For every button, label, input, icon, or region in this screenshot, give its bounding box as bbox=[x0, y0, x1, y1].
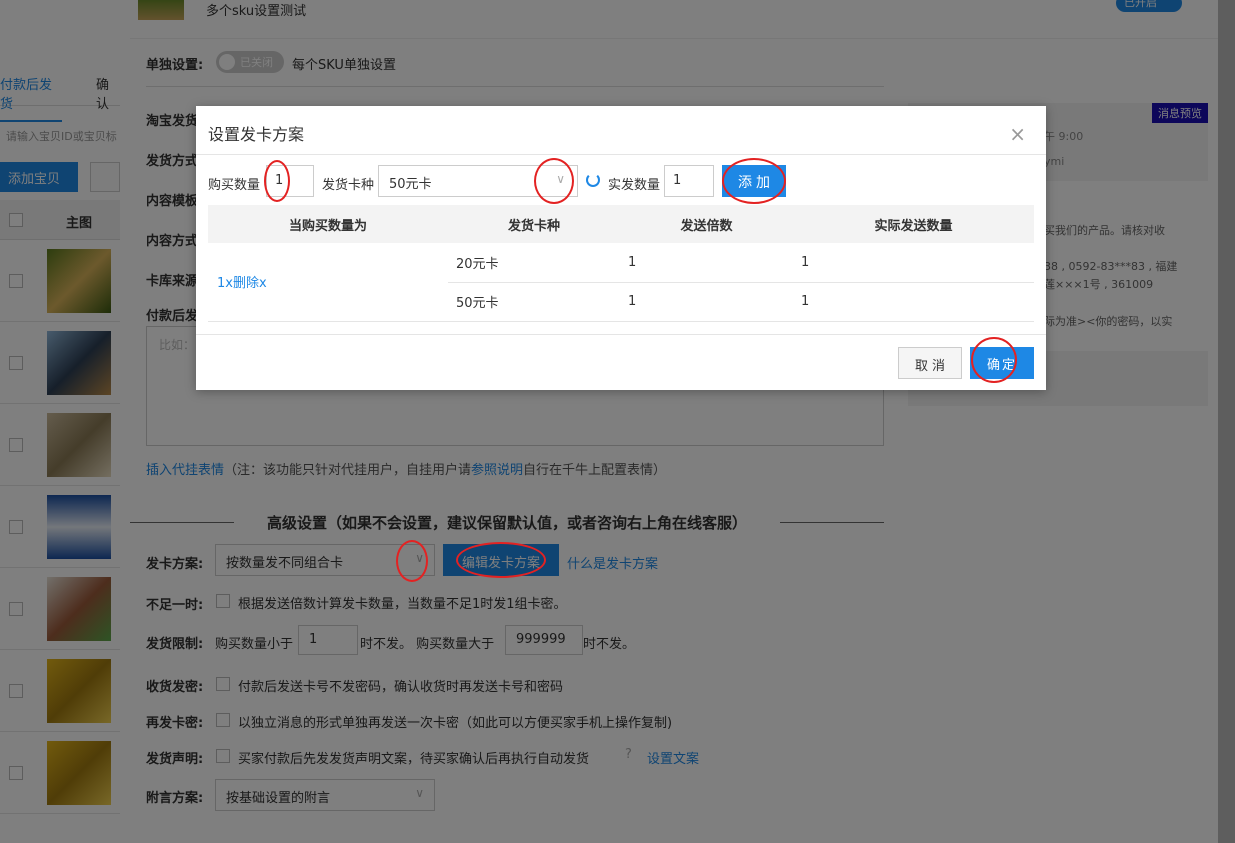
multiple-cell: 1 bbox=[620, 282, 793, 322]
actual-cell: 1 bbox=[793, 282, 1034, 322]
plan-table: 当购买数量为 发货卡种 发送倍数 实际发送数量 1x删除x 20元卡 1 1 5… bbox=[208, 205, 1034, 322]
card-type-select[interactable]: 50元卡 ∨ bbox=[378, 165, 578, 197]
ok-button[interactable]: 确定 bbox=[970, 347, 1034, 379]
card-type-label: 发货卡种 bbox=[322, 178, 375, 193]
delete-link[interactable]: 删除x bbox=[233, 276, 267, 291]
actual-cell: 1 bbox=[793, 243, 1034, 283]
refresh-icon[interactable] bbox=[586, 173, 600, 187]
actual-qty-input[interactable]: 1 bbox=[664, 165, 714, 197]
table-row: 1x删除x 20元卡 1 1 bbox=[208, 243, 1034, 322]
dialog-title: 设置发卡方案 bbox=[208, 125, 305, 144]
col-header-actual: 实际发送数量 bbox=[793, 205, 1034, 243]
qty-label: 购买数量 bbox=[208, 178, 261, 193]
close-icon[interactable]: × bbox=[1009, 122, 1026, 146]
cancel-button[interactable]: 取消 bbox=[898, 347, 962, 379]
col-header-card: 发货卡种 bbox=[448, 205, 620, 243]
multiple-cell: 1 bbox=[620, 243, 793, 283]
card-plan-dialog: 设置发卡方案 × 购买数量 1 发货卡种 50元卡 ∨ 实发数量 1 添加 当购… bbox=[196, 106, 1046, 390]
card-cell: 20元卡 bbox=[448, 243, 620, 283]
card-cell: 50元卡 bbox=[448, 282, 620, 322]
add-button[interactable]: 添加 bbox=[722, 165, 786, 197]
actual-qty-label: 实发数量 bbox=[608, 178, 661, 193]
qty-input[interactable]: 1 bbox=[266, 165, 314, 197]
chevron-down-icon: ∨ bbox=[556, 172, 565, 186]
col-header-multiple: 发送倍数 bbox=[620, 205, 793, 243]
card-type-value: 50元卡 bbox=[389, 177, 432, 192]
col-header-qty: 当购买数量为 bbox=[208, 205, 448, 243]
group-qty-cell: 1x删除x bbox=[208, 243, 448, 322]
group-qty: 1x bbox=[217, 276, 233, 292]
